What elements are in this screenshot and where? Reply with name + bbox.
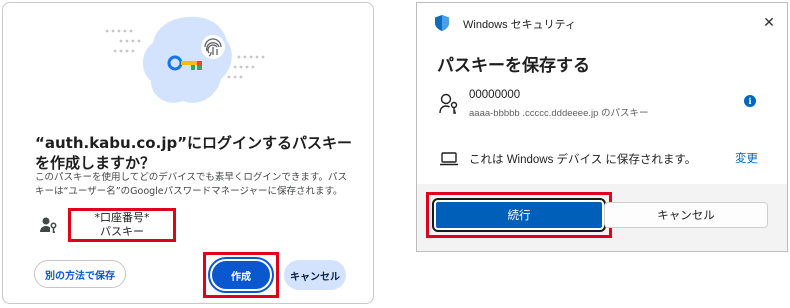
account-row: *口座番号* パスキー	[40, 208, 176, 242]
app-title: Windows セキュリティ	[463, 19, 577, 31]
fingerprint-icon	[201, 35, 225, 59]
account-subtitle: パスキー	[100, 225, 144, 238]
create-button[interactable]: 作成	[208, 257, 274, 293]
cancel-button[interactable]: キャンセル	[604, 202, 768, 228]
google-passkey-dialog: “auth.kabu.co.jp”にログインするパスキーを作成しますか？ このパ…	[2, 2, 374, 304]
change-link[interactable]: 変更	[735, 150, 758, 166]
person-key-icon	[40, 217, 57, 233]
dialog-title: “auth.kabu.co.jp”にログインするパスキーを作成しますか？	[35, 134, 353, 172]
title-bar: Windows セキュリティ ✕	[417, 3, 787, 39]
laptop-icon	[440, 152, 458, 166]
device-storage-text: これは Windows デバイス に保存されます。	[469, 154, 697, 166]
shield-icon	[435, 15, 449, 31]
save-another-way-button[interactable]: 別の方法で保存	[34, 260, 126, 288]
account-description: aaaa-bbbbb .ccccc.dddeeee.jp のパスキー	[469, 108, 649, 119]
continue-button[interactable]: 続行	[432, 198, 606, 232]
passkey-illustration	[105, 16, 265, 103]
account-name: 00000000	[469, 89, 521, 101]
dialog-heading: パスキーを保存する	[437, 56, 590, 75]
person-key-icon	[439, 93, 458, 114]
dialog-description: このパスキーを使用してどのデバイスでも素早くログインできます。パスキーは“ユーザ…	[35, 172, 347, 197]
account-highlight: *口座番号* パスキー	[68, 208, 176, 242]
account-name: *口座番号*	[94, 211, 150, 224]
close-icon[interactable]: ✕	[757, 11, 781, 33]
info-icon[interactable]: i	[744, 95, 756, 107]
cancel-button[interactable]: キャンセル	[284, 260, 346, 290]
